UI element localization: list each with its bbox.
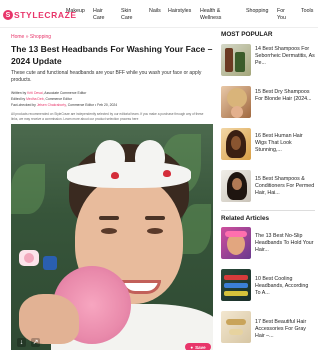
related-articles-heading: Related Articles: [221, 215, 270, 222]
nav-item-nails[interactable]: Nails: [149, 8, 161, 15]
byline-written: Written by Kriti Desai, Associate Commer…: [11, 91, 87, 95]
related-item-3[interactable]: 17 Best Beautiful Hair Accessories For G…: [255, 319, 315, 341]
thumb-dry-shampoo[interactable]: [221, 86, 251, 118]
thumb-cooling-headbands[interactable]: [221, 269, 251, 301]
author-link[interactable]: Kriti Desai: [27, 91, 42, 95]
byline-fact-checked: Fact-checked by Jelsen Chakraborty, Comm…: [11, 103, 118, 107]
thumb-gray-hair-accessories[interactable]: [221, 311, 251, 343]
nav-item-tools[interactable]: Tools: [301, 8, 313, 15]
byline-edited: Edited by Medha Deb, Commerce Editor: [11, 97, 72, 101]
popular-item-4[interactable]: 15 Best Shampoos & Conditioners For Perm…: [255, 176, 315, 198]
site-header: S STYLECRAZE Makeup Hair Care Skin Care …: [0, 0, 318, 28]
popular-item-2[interactable]: 15 Best Dry Shampoos For Blonde Hair (20…: [255, 89, 315, 103]
breadcrumb[interactable]: Home » Shopping: [11, 34, 51, 40]
sidebar-divider: [221, 210, 315, 211]
nav-item-makeup[interactable]: Makeup: [66, 8, 85, 15]
hero-image: ↓ ↗: [11, 124, 213, 350]
nav-item-health-wellness[interactable]: Health & Wellness: [200, 8, 221, 22]
pinterest-save-button[interactable]: ● Save: [185, 343, 211, 350]
nav-item-hair-care[interactable]: Hair Care: [93, 8, 104, 22]
editor-link[interactable]: Medha Deb: [26, 97, 44, 101]
external-link-icon[interactable]: ↗: [31, 338, 40, 347]
fact-checker-link[interactable]: Jelsen Chakraborty: [37, 103, 66, 107]
affiliate-disclosure: All products recommended on StyleCraze a…: [11, 112, 204, 121]
publish-date: • Feb 20, 2024: [95, 103, 118, 107]
popular-item-3[interactable]: 16 Best Human Hair Wigs That Look Stunni…: [255, 133, 315, 155]
product-thumbnail[interactable]: [19, 250, 39, 266]
related-item-1[interactable]: The 13 Best No-Slip Headbands To Hold Yo…: [255, 233, 315, 255]
thumb-shampoo-dermatitis[interactable]: [221, 44, 251, 76]
thumb-permed-hair[interactable]: [221, 170, 251, 202]
nav-item-hairstyles[interactable]: Hairstyles: [168, 8, 191, 15]
nav-item-shopping[interactable]: Shopping: [246, 8, 268, 15]
download-icon[interactable]: ↓: [17, 338, 26, 347]
related-item-2[interactable]: 10 Best Cooling Headbands, According To …: [255, 276, 315, 298]
most-popular-heading: MOST POPULAR: [221, 31, 273, 38]
nav-item-skin-care[interactable]: Skin Care: [121, 8, 132, 22]
article-intro: These cute and functional headbands are …: [11, 70, 202, 83]
thumb-human-hair-wigs[interactable]: [221, 128, 251, 160]
logo-icon: S: [3, 10, 13, 20]
product-thumbnail-2[interactable]: [43, 256, 57, 270]
pin-icon: ●: [190, 344, 194, 350]
nav-item-for-you[interactable]: For You: [277, 8, 286, 22]
article-title: The 13 Best Headbands For Washing Your F…: [11, 44, 213, 66]
popular-item-1[interactable]: 14 Best Shampoos For Seborrheic Dermatit…: [255, 46, 315, 68]
thumb-no-slip-headbands[interactable]: [221, 227, 251, 259]
